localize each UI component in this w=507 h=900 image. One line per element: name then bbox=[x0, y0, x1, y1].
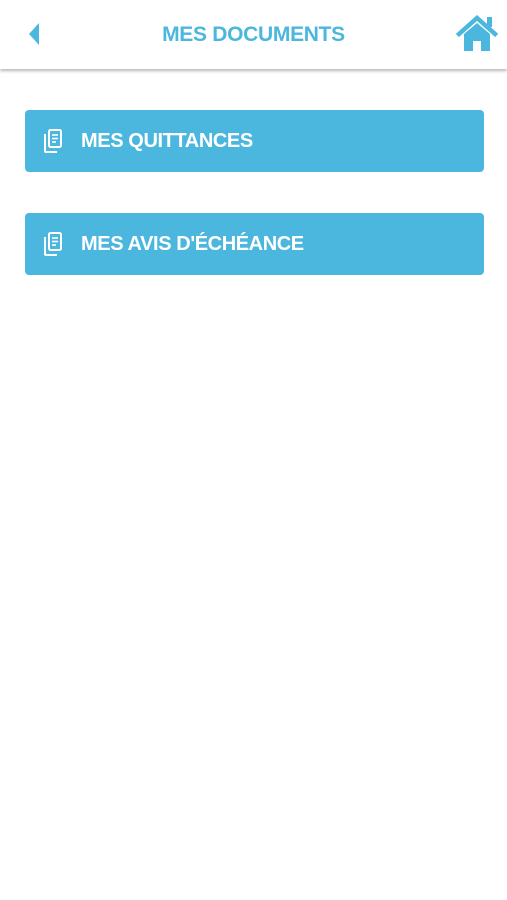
home-icon bbox=[456, 15, 498, 51]
avis-echeance-label: MES AVIS D'ÉCHÉANCE bbox=[81, 232, 304, 255]
app-header: MES DOCUMENTS bbox=[0, 0, 507, 69]
chevron-left-icon bbox=[29, 23, 39, 45]
quittances-label: MES QUITTANCES bbox=[81, 129, 253, 152]
documents-icon bbox=[41, 127, 65, 155]
quittances-button[interactable]: MES QUITTANCES bbox=[25, 110, 484, 172]
home-button[interactable] bbox=[454, 12, 500, 56]
documents-icon bbox=[41, 230, 65, 258]
avis-echeance-button[interactable]: MES AVIS D'ÉCHÉANCE bbox=[25, 213, 484, 275]
page-title: MES DOCUMENTS bbox=[162, 23, 345, 46]
back-button[interactable] bbox=[14, 14, 54, 54]
